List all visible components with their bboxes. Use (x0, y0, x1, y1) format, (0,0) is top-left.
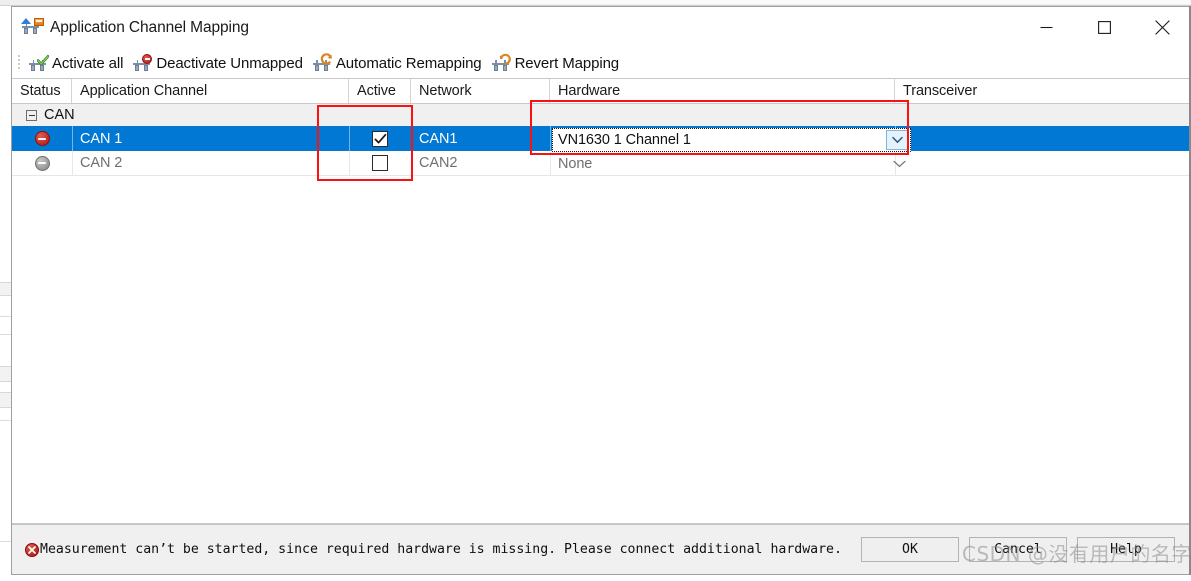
cell-divider (72, 151, 73, 175)
group-row-can[interactable]: CAN (12, 104, 1191, 126)
cell-divider (349, 151, 350, 175)
hardware-combobox-row2[interactable]: None (552, 152, 911, 176)
active-checkbox[interactable] (372, 130, 388, 147)
cell-status (12, 126, 72, 151)
deactivate-unmapped-icon (132, 53, 153, 73)
cell-active (349, 126, 411, 151)
revert-mapping-button[interactable]: Revert Mapping (489, 50, 625, 76)
window-title: Application Channel Mapping (50, 18, 249, 36)
column-header-transceiver[interactable]: Transceiver (895, 79, 1180, 103)
cell-divider (550, 126, 551, 151)
deactivate-unmapped-button[interactable]: Deactivate Unmapped (130, 50, 308, 76)
column-header-status[interactable]: Status (12, 79, 72, 103)
cell-transceiver (895, 151, 1180, 175)
column-header-network[interactable]: Network (411, 79, 550, 103)
status-error-red-icon (34, 131, 50, 146)
revert-mapping-icon (491, 53, 511, 73)
chevron-down-icon[interactable] (886, 130, 908, 150)
automatic-remapping-icon (312, 52, 332, 73)
cell-divider (349, 126, 350, 151)
column-header-application-channel[interactable]: Application Channel (72, 79, 349, 103)
collapse-minus-icon[interactable] (26, 109, 37, 121)
cell-network: CAN2 (419, 155, 458, 171)
cell-application-channel: CAN 1 (80, 130, 123, 147)
activate-all-label: Activate all (52, 54, 124, 72)
cell-active (349, 151, 411, 175)
cell-status (12, 151, 72, 175)
cell-network: CAN1 (419, 130, 458, 147)
cell-divider (72, 126, 73, 151)
title-bar: Application Channel Mapping (12, 7, 1191, 48)
cell-transceiver (895, 126, 1180, 151)
activate-all-icon (28, 54, 50, 73)
table-column-headers: Status Application Channel Active Networ… (12, 78, 1191, 104)
toolbar: Activate all Deactivate Unmapped Automat… (12, 48, 1191, 78)
cell-application-channel: CAN 2 (80, 155, 123, 171)
maximize-icon[interactable] (1075, 7, 1133, 48)
cell-divider (550, 151, 551, 175)
channel-mapping-grid: CAN CAN 1 CAN1 CAN 2 CAN2 VN1630 1 Chann… (12, 104, 1191, 524)
group-row-label: CAN (44, 107, 75, 123)
revert-mapping-label: Revert Mapping (514, 54, 620, 72)
automatic-remapping-label: Automatic Remapping (335, 54, 482, 72)
status-disabled-gray-icon (34, 155, 50, 171)
chevron-down-icon[interactable] (887, 160, 911, 168)
window-controls (1017, 7, 1191, 48)
activate-all-button[interactable]: Activate all (26, 50, 128, 76)
minimize-icon[interactable] (1017, 7, 1075, 48)
column-header-active[interactable]: Active (349, 79, 411, 103)
hardware-combobox[interactable]: VN1630 1 Channel 1 (552, 128, 911, 152)
background-window-top-band (120, 0, 1191, 4)
hardware-combobox-row2-value: None (558, 156, 593, 172)
channel-mapping-icon (21, 17, 44, 39)
hardware-combobox-value: VN1630 1 Channel 1 (558, 132, 691, 148)
deactivate-unmapped-label: Deactivate Unmapped (156, 54, 303, 72)
application-channel-mapping-window: Application Channel Mapping Activate all… (11, 6, 1191, 575)
automatic-remapping-button[interactable]: Automatic Remapping (310, 50, 487, 76)
csdn-watermark: CSDN @没有用户的名字 (962, 542, 1191, 566)
active-checkbox[interactable] (372, 155, 388, 171)
column-header-hardware[interactable]: Hardware (550, 79, 895, 103)
cell-divider (411, 151, 412, 175)
status-message: Measurement can’t be started, since requ… (40, 542, 842, 557)
error-icon (25, 542, 39, 557)
toolbar-grip[interactable] (18, 55, 21, 71)
ok-button[interactable]: OK (861, 537, 959, 562)
cell-divider (411, 126, 412, 151)
close-icon[interactable] (1133, 7, 1191, 48)
